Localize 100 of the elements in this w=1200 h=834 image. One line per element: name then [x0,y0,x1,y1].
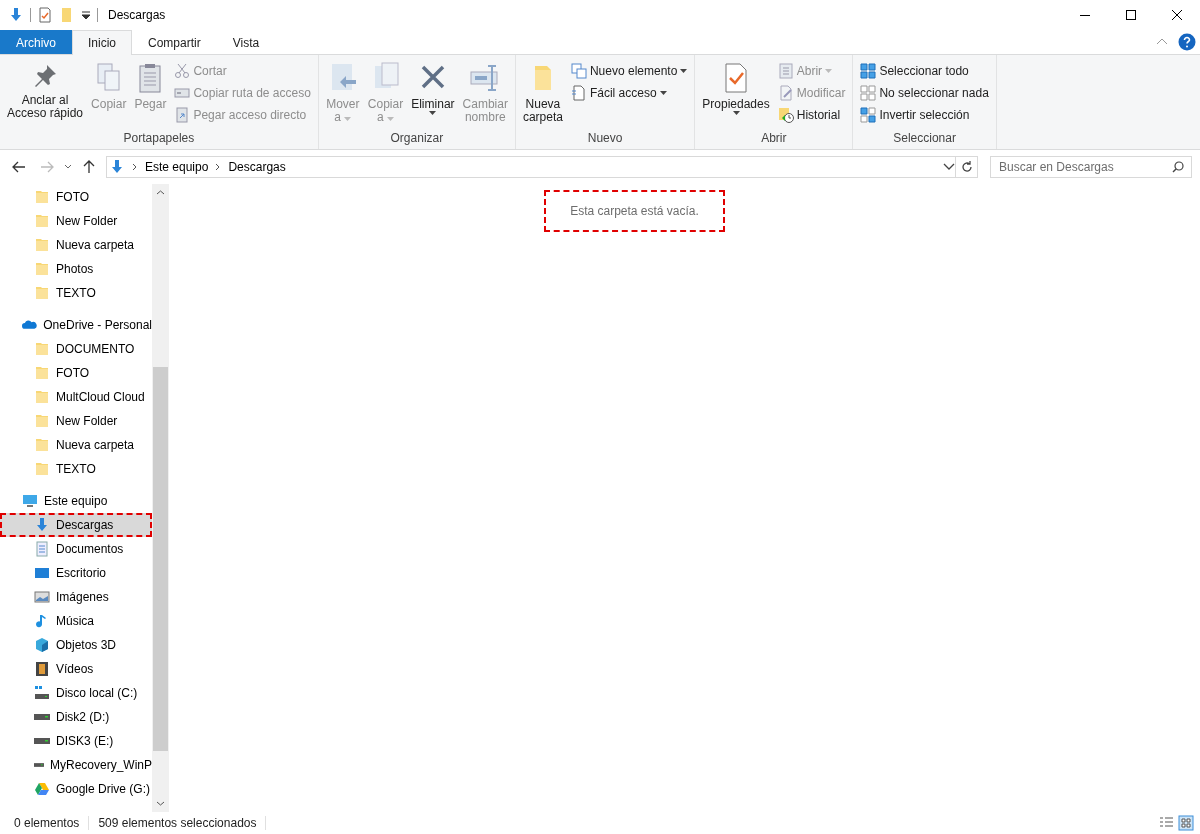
folder-icon [34,213,50,229]
group-label: Portapapeles [122,131,196,147]
group-label: Organizar [389,131,445,147]
nav-item[interactable]: MultCloud Cloud [0,385,152,409]
refresh-icon [960,161,973,173]
invert-selection-icon [860,107,877,123]
nav-item[interactable]: TEXTO [0,457,152,481]
copy-icon [94,62,123,94]
list-icon [777,63,794,79]
shortcut-icon [174,107,191,123]
download-arrow-icon [109,159,125,175]
nav-item[interactable]: Imágenes [0,585,152,609]
edit-document-icon [777,85,794,101]
nav-item[interactable]: Nueva carpeta [0,433,152,457]
nav-item[interactable]: Descargas [0,513,152,537]
ribbon-button[interactable]: Nuevo elemento [567,60,691,82]
maximize-icon [1126,10,1136,20]
ribbon-tab[interactable]: Inicio [72,30,133,55]
nav-item[interactable]: OneDrive - Personal [0,313,152,337]
ribbon-button[interactable]: Invertir selección [857,104,992,126]
nav-item[interactable]: Música [0,609,152,633]
nav-item[interactable]: Vídeos [0,657,152,681]
search-field[interactable]: Buscar en Descargas [990,156,1192,178]
help-icon[interactable] [1178,33,1196,51]
nav-item[interactable]: FOTO [0,361,152,385]
chevron-down-icon[interactable] [64,163,72,171]
new-item-icon [570,63,587,79]
scissors-icon [174,63,191,79]
checkmark-document-icon[interactable] [37,7,53,23]
large-icons-view-icon[interactable] [1178,815,1194,831]
back-arrow-icon [12,161,26,173]
empty-folder-message: Esta carpeta está vacía. [544,190,725,232]
close-icon [1172,10,1182,20]
chevron-right-icon [215,163,222,171]
ribbon-button[interactable]: Seleccionar todo [857,60,992,82]
nav-item[interactable]: Google Drive (G:) [0,777,152,801]
folder-icon [34,189,50,205]
nav-item[interactable]: Documentos [0,537,152,561]
nav-item[interactable]: Photos [0,257,152,281]
group-label: Nuevo [586,131,624,147]
ribbon-tab[interactable]: Vista [216,30,276,54]
nav-item[interactable]: DISK3 (E:) [0,729,152,753]
select-none-icon [860,85,877,101]
chevron-right-icon [132,163,138,171]
ribbon-button[interactable]: No seleccionar nada [857,82,992,104]
address-bar[interactable]: Este equipo Descargas [106,156,956,178]
ribbon-tab[interactable]: Archivo [0,30,72,54]
history-icon [777,107,794,123]
nav-item[interactable]: TEXTO [0,281,152,305]
chevron-down-icon[interactable] [943,163,955,171]
folder-icon [34,365,50,381]
group-label: Seleccionar [892,131,957,147]
download-arrow-icon [8,7,24,23]
ribbon-button[interactable]: Historial [774,104,849,126]
nav-item[interactable]: Escritorio [0,561,152,585]
nav-item[interactable]: FOTO [0,185,152,209]
window-title: Descargas [108,8,166,22]
document-icon [570,85,587,101]
drive-icon [34,714,50,720]
nav-item[interactable]: Objetos 3D [0,633,152,657]
picture-icon [34,589,50,605]
forward-arrow-icon [40,161,54,173]
folder-icon [34,413,50,429]
document-icon [34,541,50,557]
nav-item[interactable]: DOCUMENTO [0,337,152,361]
folder-icon [34,437,50,453]
breadcrumb[interactable]: Descargas [228,160,286,174]
nav-item[interactable]: New Folder [0,209,152,233]
select-all-icon [860,63,877,79]
nav-item[interactable]: Disk2 (D:) [0,705,152,729]
nav-item[interactable]: Disco local (C:) [0,681,152,705]
ribbon-button[interactable]: Nueva carpeta [519,58,566,131]
checkmark-document-icon [722,62,750,94]
folder-icon [34,237,50,253]
ribbon-button[interactable]: Propiedades [699,58,773,131]
nav-item[interactable]: Este equipo [0,489,152,513]
group-label: Abrir [760,131,788,147]
ribbon-button[interactable]: Anclar al Acceso rápido [4,58,87,131]
folder-icon [34,261,50,277]
drive-icon [34,685,50,701]
scrollbar[interactable] [152,184,169,812]
folder-icon [34,285,50,301]
download-arrow-icon [34,517,50,533]
desktop-icon [34,565,50,581]
breadcrumb[interactable]: Este equipo [145,160,209,174]
nav-item[interactable]: MyRecovery_WinP [0,753,152,777]
cube-icon [34,637,50,653]
search-icon [1172,161,1184,173]
nav-item[interactable]: New Folder [0,409,152,433]
path-icon [174,85,191,101]
ribbon-button[interactable]: Fácil acceso [567,82,691,104]
ribbon-tab[interactable]: Compartir [132,30,217,54]
up-arrow-icon [83,160,95,174]
status-text: 509 elementos seleccionados [98,816,267,830]
folder-icon [34,461,50,477]
refresh-button[interactable] [956,156,978,178]
folder-icon [34,341,50,357]
film-icon [34,661,50,677]
nav-item[interactable]: Nueva carpeta [0,233,152,257]
ribbon-button[interactable]: Eliminar [408,58,458,131]
